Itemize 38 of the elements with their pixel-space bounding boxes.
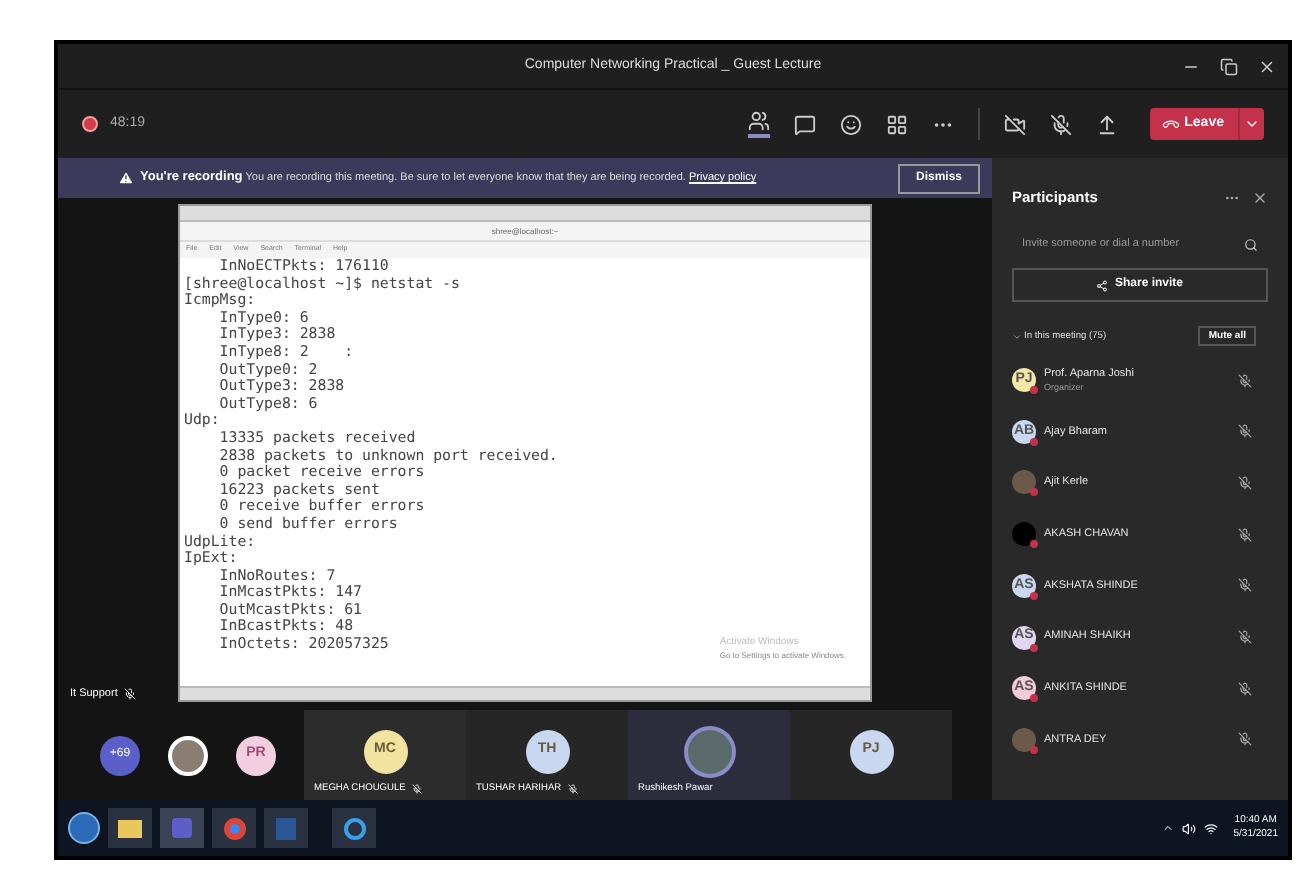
mic-off-icon <box>411 783 422 794</box>
share-icon <box>1096 279 1109 292</box>
folder-icon[interactable] <box>108 808 152 848</box>
network-icon[interactable] <box>1203 821 1218 835</box>
phone-icon <box>1161 114 1182 134</box>
mic-off-icon <box>123 687 136 700</box>
mic-off-icon <box>1238 373 1252 388</box>
share-icon[interactable] <box>1096 113 1119 135</box>
chevron-down-icon <box>1244 116 1260 132</box>
mic-off-icon <box>1238 681 1252 696</box>
volume-icon[interactable] <box>1181 821 1196 835</box>
avatar-photo-placeholder <box>687 729 731 773</box>
collapse-icon[interactable] <box>1012 331 1022 342</box>
close-icon[interactable] <box>1252 189 1268 206</box>
recording-icon <box>82 116 98 132</box>
leave-options-button[interactable] <box>1238 108 1264 140</box>
close-icon[interactable] <box>1258 57 1276 75</box>
camera-off-icon[interactable] <box>1004 113 1027 135</box>
mic-off-icon <box>567 783 578 794</box>
warning-icon <box>118 170 134 186</box>
mic-off-icon <box>1238 732 1252 747</box>
search-icon[interactable] <box>1244 237 1258 252</box>
chat-icon[interactable] <box>794 113 817 135</box>
restore-icon[interactable] <box>1220 57 1238 75</box>
mic-off-icon <box>1238 578 1252 593</box>
mic-off-icon <box>1238 424 1252 439</box>
avatar-photo-placeholder <box>1012 727 1036 752</box>
mic-off-icon <box>1238 527 1252 542</box>
start-button[interactable] <box>68 812 100 844</box>
participants-icon[interactable] <box>748 110 771 138</box>
mic-off-icon <box>1238 630 1252 645</box>
mic-off-icon <box>1238 475 1252 490</box>
avatar-photo-placeholder <box>168 735 208 775</box>
reactions-icon[interactable] <box>840 113 863 135</box>
tray-expand-icon[interactable] <box>1161 822 1174 834</box>
avatar-photo-placeholder <box>1012 470 1036 495</box>
rooms-icon[interactable] <box>886 113 909 135</box>
mic-off-icon[interactable] <box>1050 113 1073 135</box>
